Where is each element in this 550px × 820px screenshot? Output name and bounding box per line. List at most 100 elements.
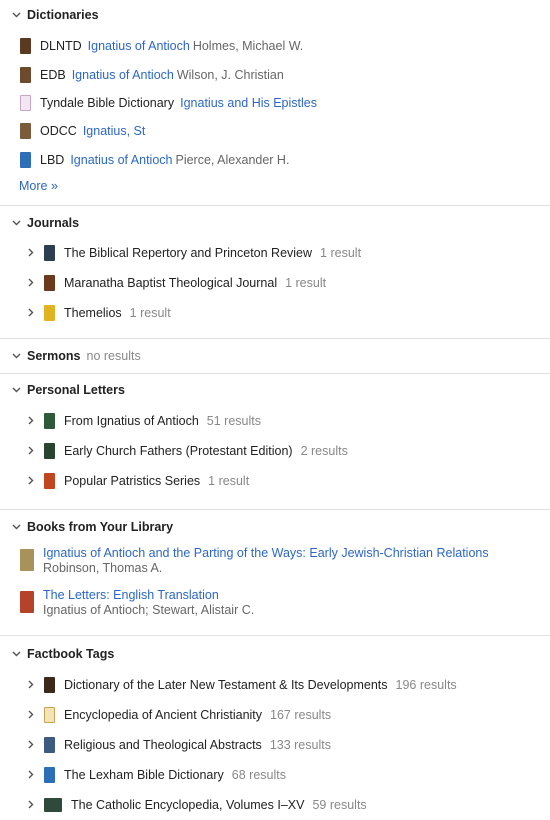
list-item[interactable]: ODCC Ignatius, St (0, 117, 550, 145)
chevron-down-icon[interactable] (10, 648, 22, 660)
book-cover-icon (44, 412, 55, 429)
list-item[interactable]: Themelios 1 result (0, 298, 550, 328)
result-count: 167 results (270, 707, 332, 722)
chevron-right-icon[interactable] (25, 679, 37, 691)
sermons-header[interactable]: Sermons no results (0, 339, 550, 373)
chevron-right-icon[interactable] (25, 799, 37, 811)
section-title: Dictionaries (27, 8, 99, 22)
list-item[interactable]: Religious and Theological Abstracts 133 … (0, 730, 550, 760)
list-item[interactable]: Tyndale Bible Dictionary Ignatius and Hi… (0, 89, 550, 117)
list-item[interactable]: From Ignatius of Antioch 51 results (0, 406, 550, 436)
result-count: 1 result (320, 245, 362, 260)
resource-abbr: Tyndale Bible Dictionary (40, 95, 175, 110)
list-item[interactable]: The Letters: English Translation Ignatiu… (0, 584, 550, 626)
chevron-down-icon[interactable] (10, 217, 22, 229)
chevron-right-icon[interactable] (25, 769, 37, 781)
book-cover-icon (20, 38, 31, 55)
book-cover-icon (44, 766, 55, 783)
chevron-right-icon[interactable] (25, 445, 37, 457)
dictionaries-section: Dictionaries DLNTD Ignatius of Antioch H… (0, 0, 550, 206)
author: Wilson, J. Christian (176, 67, 284, 82)
chevron-down-icon[interactable] (10, 9, 22, 21)
chevron-right-icon[interactable] (25, 709, 37, 721)
resource-title[interactable]: Dictionary of the Later New Testament & … (64, 678, 388, 692)
list-item[interactable]: Ignatius of Antioch and the Parting of t… (0, 542, 550, 584)
result-count: 196 results (395, 677, 457, 692)
book-cover-icon (44, 244, 55, 261)
resource-title[interactable]: The Biblical Repertory and Princeton Rev… (64, 246, 312, 260)
resource-title[interactable]: From Ignatius of Antioch (64, 414, 199, 428)
journals-section: Journals The Biblical Repertory and Prin… (0, 208, 550, 339)
article-link[interactable]: Ignatius and His Epistles (180, 96, 317, 110)
resource-abbr: ODCC (40, 124, 77, 139)
article-link[interactable]: Ignatius of Antioch (70, 153, 172, 167)
book-cover-icon (44, 797, 62, 812)
book-cover-icon (44, 472, 55, 489)
list-item[interactable]: The Catholic Encyclopedia, Volumes I–XV … (0, 790, 550, 820)
result-count: 1 result (208, 473, 250, 488)
resource-title[interactable]: The Lexham Bible Dictionary (64, 768, 224, 782)
result-count: 1 result (285, 275, 327, 290)
journals-header[interactable]: Journals (0, 208, 550, 238)
section-title: Personal Letters (27, 382, 125, 397)
result-count: 2 results (300, 443, 348, 458)
list-item[interactable]: The Lexham Bible Dictionary 68 results (0, 760, 550, 790)
chevron-down-icon[interactable] (10, 521, 22, 533)
resource-title[interactable]: Themelios (64, 306, 122, 320)
section-title: Factbook Tags (27, 646, 115, 661)
article-link[interactable]: Ignatius, St (83, 124, 146, 138)
chevron-right-icon[interactable] (25, 277, 37, 289)
chevron-right-icon[interactable] (25, 739, 37, 751)
book-cover-icon (20, 151, 31, 168)
resource-title[interactable]: The Catholic Encyclopedia, Volumes I–XV (71, 798, 304, 812)
book-cover-icon (20, 548, 34, 571)
list-item[interactable]: LBD Ignatius of Antioch Pierce, Alexande… (0, 146, 550, 174)
dictionaries-header[interactable]: Dictionaries (0, 0, 550, 30)
section-title: Sermons (27, 348, 81, 363)
result-count: 59 results (312, 797, 367, 812)
article-link[interactable]: Ignatius of Antioch (72, 68, 174, 82)
factbook-section: Factbook Tags Dictionary of the Later Ne… (0, 638, 550, 820)
list-item[interactable]: DLNTD Ignatius of Antioch Holmes, Michae… (0, 32, 550, 60)
chevron-right-icon[interactable] (25, 307, 37, 319)
book-title-link[interactable]: Ignatius of Antioch and the Parting of t… (43, 546, 489, 561)
list-item[interactable]: The Biblical Repertory and Princeton Rev… (0, 238, 550, 268)
chevron-right-icon[interactable] (25, 475, 37, 487)
list-item[interactable]: Early Church Fathers (Protestant Edition… (0, 436, 550, 466)
sermons-section: Sermons no results (0, 339, 550, 374)
resource-abbr: LBD (40, 152, 65, 167)
chevron-down-icon[interactable] (10, 384, 22, 396)
result-count: 68 results (231, 767, 286, 782)
book-cover-icon (44, 706, 55, 723)
resource-abbr: EDB (40, 67, 66, 82)
books-library-section: Books from Your Library Ignatius of Anti… (0, 512, 550, 636)
book-cover-icon (20, 94, 31, 111)
resource-title[interactable]: Religious and Theological Abstracts (64, 738, 262, 752)
resource-title[interactable]: Maranatha Baptist Theological Journal (64, 276, 277, 290)
more-link[interactable]: More » (0, 174, 550, 198)
list-item[interactable]: Encyclopedia of Ancient Christianity 167… (0, 700, 550, 730)
resource-title[interactable]: Early Church Fathers (Protestant Edition… (64, 444, 293, 458)
resource-title[interactable]: Encyclopedia of Ancient Christianity (64, 708, 262, 722)
personal-letters-section: Personal Letters From Ignatius of Antioc… (0, 374, 550, 510)
book-title-link[interactable]: The Letters: English Translation (43, 588, 254, 603)
chevron-right-icon[interactable] (25, 247, 37, 259)
resource-title[interactable]: Popular Patristics Series (64, 474, 200, 488)
list-item[interactable]: Maranatha Baptist Theological Journal 1 … (0, 268, 550, 298)
chevron-right-icon[interactable] (25, 415, 37, 427)
article-link[interactable]: Ignatius of Antioch (88, 39, 190, 53)
list-item[interactable]: Dictionary of the Later New Testament & … (0, 670, 550, 700)
author: Robinson, Thomas A. (43, 560, 163, 575)
book-cover-icon (20, 66, 31, 83)
result-count: 133 results (269, 737, 331, 752)
factbook-header[interactable]: Factbook Tags (0, 638, 550, 670)
author: Holmes, Michael W. (192, 39, 304, 54)
list-item[interactable]: EDB Ignatius of Antioch Wilson, J. Chris… (0, 60, 550, 88)
personal-letters-header[interactable]: Personal Letters (0, 374, 550, 406)
book-cover-icon (44, 676, 55, 693)
result-count: 1 result (129, 305, 171, 320)
chevron-down-icon[interactable] (10, 350, 22, 362)
list-item[interactable]: Popular Patristics Series 1 result (0, 466, 550, 496)
result-count: 51 results (206, 413, 261, 428)
books-library-header[interactable]: Books from Your Library (0, 512, 550, 542)
